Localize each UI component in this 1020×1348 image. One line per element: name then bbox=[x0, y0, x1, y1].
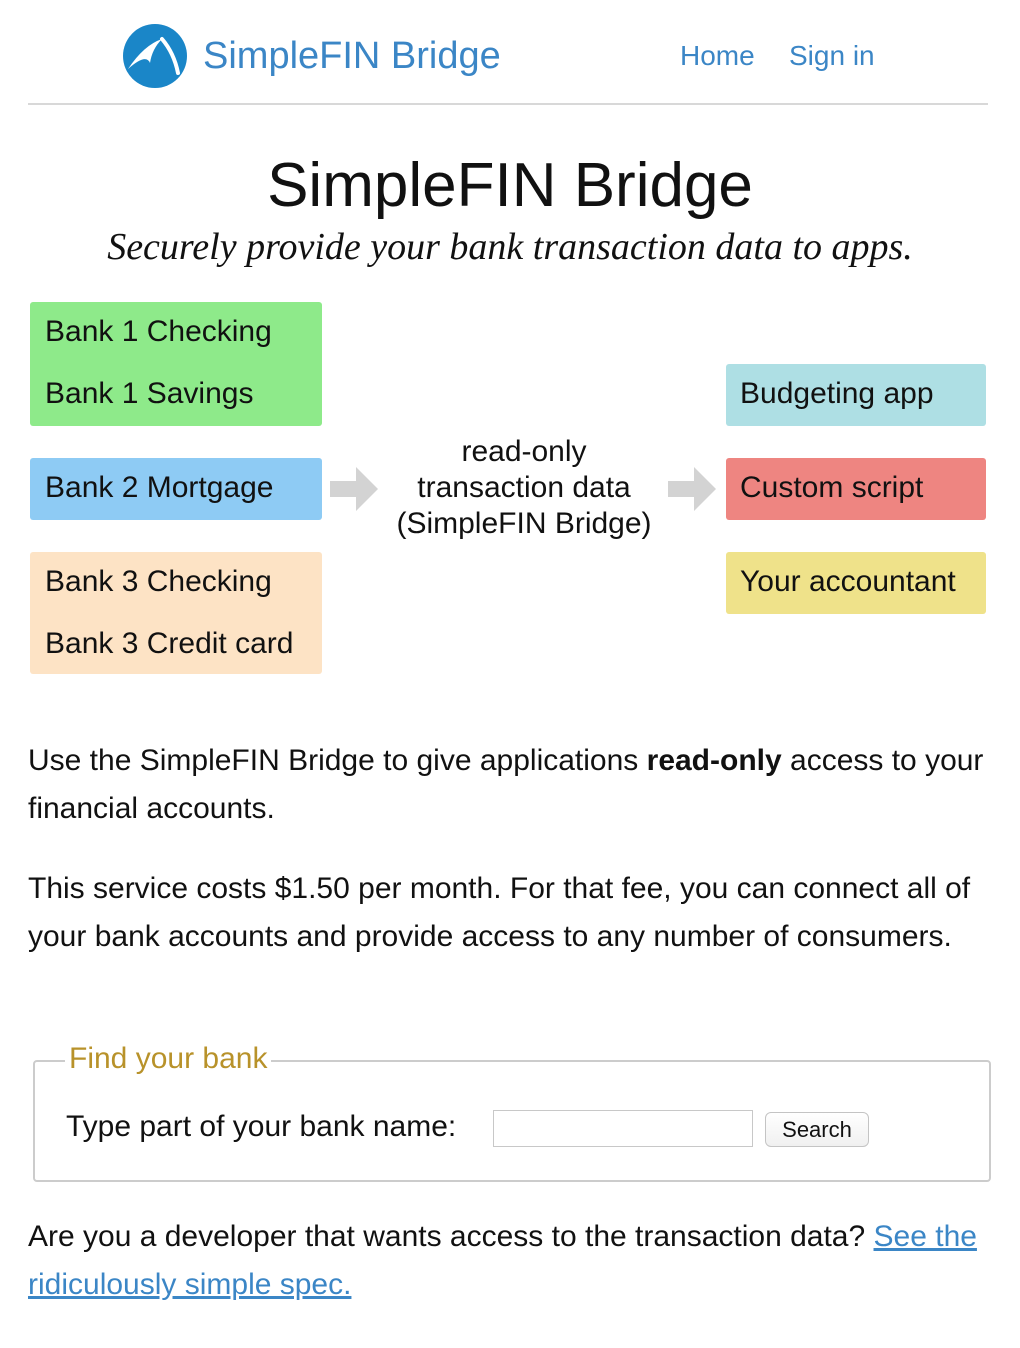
bank1-checking-label: Bank 1 Checking bbox=[45, 315, 272, 348]
nav-sign-in-link[interactable]: Sign in bbox=[789, 38, 875, 74]
simplefin-logo-icon[interactable] bbox=[122, 23, 188, 89]
custom-script-box: Custom script bbox=[726, 458, 986, 520]
pricing-paragraph: This service costs $1.50 per month. For … bbox=[28, 872, 971, 953]
intro-paragraph: Use the SimpleFIN Bridge to give applica… bbox=[28, 737, 992, 833]
bridge-line-1: read-only bbox=[461, 435, 587, 468]
developer-text: Are you a developer that wants access to… bbox=[28, 1220, 874, 1253]
bridge-line-3: (SimpleFIN Bridge) bbox=[396, 507, 652, 540]
bridge-description: read-only transaction data (SimpleFIN Br… bbox=[374, 434, 674, 542]
site-header: SimpleFIN Bridge Home Sign in bbox=[0, 0, 1020, 106]
page: SimpleFIN Bridge Home Sign in SimpleFIN … bbox=[0, 0, 1020, 1348]
bank-name-input[interactable] bbox=[493, 1110, 753, 1147]
developer-paragraph: Are you a developer that wants access to… bbox=[28, 1213, 992, 1309]
bank2-accounts-box: Bank 2 Mortgage bbox=[30, 458, 322, 520]
budgeting-app-label: Budgeting app bbox=[740, 377, 934, 410]
page-subtitle: Securely provide your bank transaction d… bbox=[107, 226, 913, 268]
bank3-checking-label: Bank 3 Checking bbox=[45, 565, 272, 598]
accountant-label: Your accountant bbox=[740, 565, 956, 598]
brand-name[interactable]: SimpleFIN Bridge bbox=[203, 33, 501, 79]
find-bank-legend: Find your bank bbox=[65, 1040, 272, 1078]
arrow-right-icon bbox=[668, 467, 716, 511]
intro-emphasis: read-only bbox=[646, 744, 782, 777]
bridge-line-2: transaction data bbox=[417, 471, 631, 504]
nav-home-link[interactable]: Home bbox=[680, 38, 755, 74]
page-title: SimpleFIN Bridge bbox=[267, 151, 753, 220]
bank2-mortgage-label: Bank 2 Mortgage bbox=[45, 471, 274, 504]
bank1-savings-label: Bank 1 Savings bbox=[45, 377, 254, 410]
bank3-credit-card-label: Bank 3 Credit card bbox=[45, 627, 294, 660]
intro-text-start: Use the SimpleFIN Bridge to give applica… bbox=[28, 744, 647, 777]
budgeting-app-box: Budgeting app bbox=[726, 364, 986, 426]
custom-script-label: Custom script bbox=[740, 471, 924, 504]
bank-name-label: Type part of your bank name: bbox=[66, 1110, 457, 1143]
accountant-box: Your accountant bbox=[726, 552, 986, 614]
search-button[interactable]: Search bbox=[765, 1112, 869, 1147]
bank3-accounts-box: Bank 3 Checking Bank 3 Credit card bbox=[30, 552, 322, 674]
bank1-accounts-box: Bank 1 Checking Bank 1 Savings bbox=[30, 302, 322, 426]
header-divider bbox=[28, 103, 988, 105]
